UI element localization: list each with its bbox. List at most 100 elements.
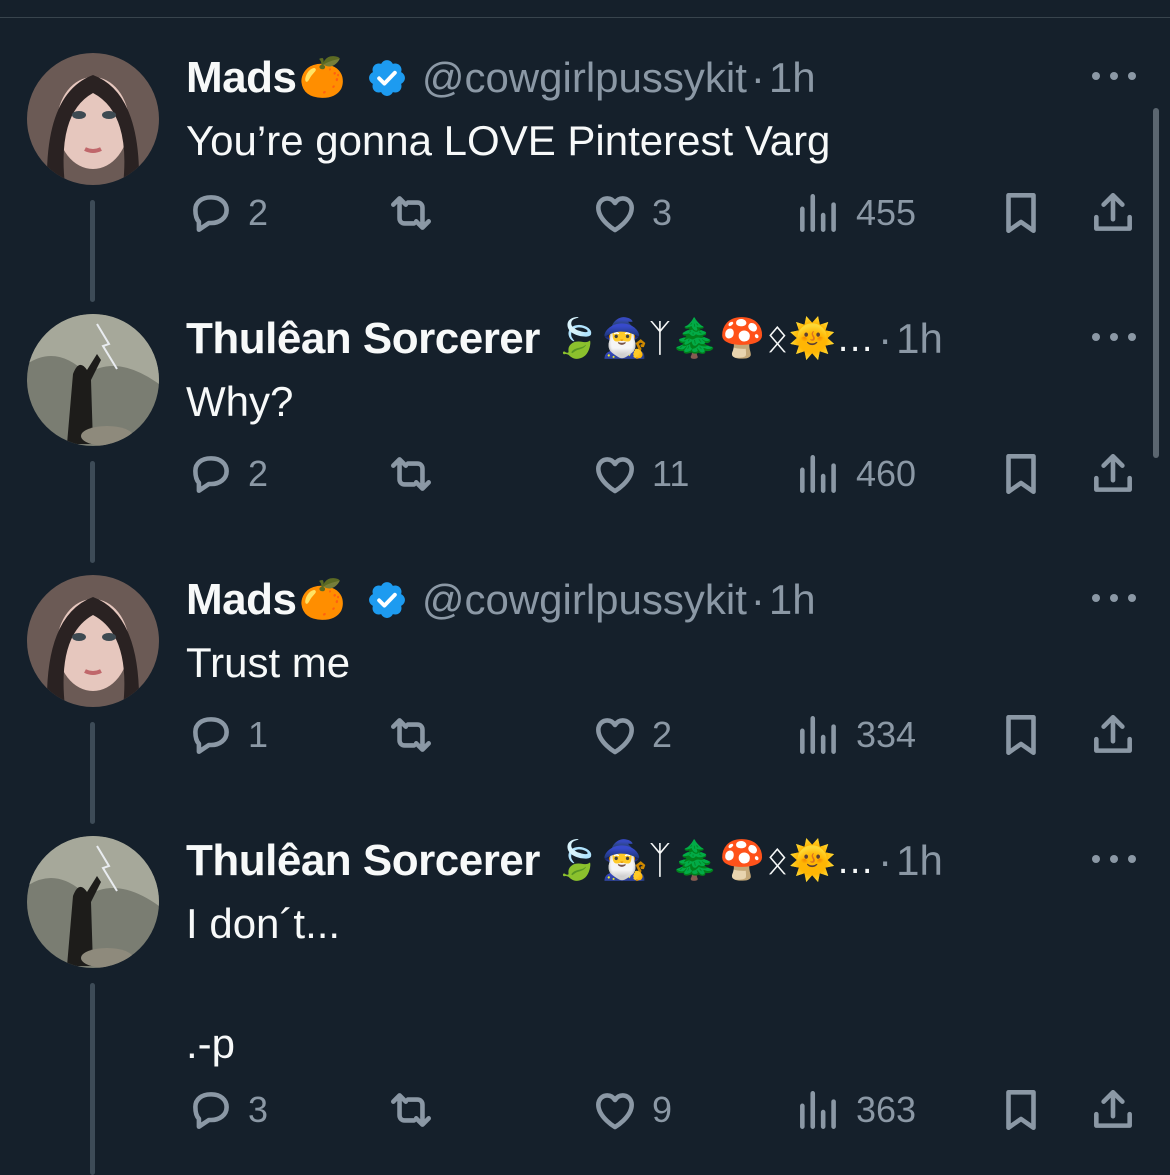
heart-icon — [596, 196, 634, 233]
verified-badge-icon — [368, 60, 405, 96]
views-count: 455 — [856, 192, 917, 233]
repost-icon — [391, 457, 431, 491]
verified-badge-icon — [368, 582, 405, 618]
like-count: 11 — [652, 453, 690, 494]
heart-icon — [596, 1093, 634, 1130]
views-count: 363 — [856, 1089, 917, 1130]
name-emoji: 🍊 — [298, 57, 346, 99]
like-button[interactable]: 2 — [590, 707, 672, 763]
views-count: 460 — [856, 453, 917, 494]
repost-icon — [391, 1093, 431, 1127]
tweet-text: Why? — [186, 378, 294, 425]
bookmark-icon — [1006, 1090, 1036, 1130]
tweet-header: Mads 🍊 @cowgirlpussykit · 1h — [186, 53, 816, 103]
tweet-header: Mads 🍊 @cowgirlpussykit · 1h — [186, 575, 816, 625]
name-emoji: 🍃🧙‍♂️ᛉ🌲🍄ᛟ🌞… — [553, 840, 875, 882]
timestamp[interactable]: 1h — [896, 315, 943, 363]
analytics-icon — [800, 455, 836, 493]
dot-separator: · — [750, 576, 765, 623]
views-button[interactable]: 455 — [794, 185, 916, 241]
action-bar: 2 11 460 — [0, 446, 1170, 502]
reply-icon — [193, 1092, 229, 1129]
reply-icon — [193, 717, 229, 754]
bookmark-icon — [1006, 454, 1036, 494]
share-icon — [1094, 1090, 1132, 1128]
user-handle[interactable]: @cowgirlpussykit — [422, 54, 747, 102]
share-button[interactable] — [1088, 185, 1138, 241]
display-name[interactable]: Mads — [186, 575, 297, 625]
tweet-header: Thulêan Sorcerer 🍃🧙‍♂️ᛉ🌲🍄ᛟ🌞… · 1h — [186, 314, 943, 364]
analytics-icon — [800, 1091, 836, 1129]
action-bar: 1 2 334 — [0, 707, 1170, 763]
tweet[interactable]: Mads 🍊 @cowgirlpussykit · 1h You’re gonn… — [0, 53, 1170, 293]
views-button[interactable]: 363 — [794, 1082, 916, 1138]
more-options-icon[interactable] — [1092, 844, 1136, 874]
reply-count: 2 — [248, 192, 269, 233]
timestamp[interactable]: 1h — [896, 837, 943, 885]
views-count: 334 — [856, 714, 917, 755]
tweet-text: You’re gonna LOVE Pinterest Varg — [186, 117, 831, 164]
top-divider — [0, 17, 1170, 18]
reply-count: 3 — [248, 1089, 269, 1130]
avatar[interactable] — [27, 53, 159, 185]
action-bar: 2 3 455 — [0, 185, 1170, 241]
more-options-icon[interactable] — [1092, 61, 1136, 91]
more-options-icon[interactable] — [1092, 583, 1136, 613]
like-button[interactable]: 3 — [590, 185, 672, 241]
name-emoji: 🍃🧙‍♂️ᛉ🌲🍄ᛟ🌞… — [553, 318, 875, 360]
display-name[interactable]: Mads — [186, 53, 297, 103]
display-name[interactable]: Thulêan Sorcerer — [186, 836, 540, 886]
views-button[interactable]: 334 — [794, 707, 916, 763]
reply-icon — [193, 195, 229, 232]
heart-icon — [596, 718, 634, 755]
avatar[interactable] — [27, 575, 159, 707]
analytics-icon — [800, 716, 836, 754]
share-button[interactable] — [1088, 707, 1138, 763]
share-button[interactable] — [1088, 446, 1138, 502]
views-button[interactable]: 460 — [794, 446, 916, 502]
dot-separator: · — [750, 54, 765, 101]
share-icon — [1094, 715, 1132, 753]
more-options-icon[interactable] — [1092, 322, 1136, 352]
tweet-text: Trust me — [186, 639, 351, 686]
share-icon — [1094, 454, 1132, 492]
tweet-header: Thulêan Sorcerer 🍃🧙‍♂️ᛉ🌲🍄ᛟ🌞… · 1h — [186, 836, 943, 886]
like-button[interactable]: 9 — [590, 1082, 672, 1138]
tweet[interactable]: Mads 🍊 @cowgirlpussykit · 1h Trust me 1 … — [0, 575, 1170, 815]
bookmark-button[interactable] — [996, 707, 1046, 763]
repost-icon — [391, 718, 431, 752]
like-count: 9 — [652, 1089, 673, 1130]
repost-button[interactable] — [386, 1082, 436, 1138]
reply-button[interactable]: 3 — [186, 1082, 268, 1138]
bookmark-button[interactable] — [996, 1082, 1046, 1138]
reply-button[interactable]: 2 — [186, 185, 268, 241]
reply-button[interactable]: 2 — [186, 446, 268, 502]
reply-icon — [193, 456, 229, 493]
timestamp[interactable]: 1h — [769, 54, 816, 102]
tweet-text: I don´t... .-p — [186, 900, 341, 1067]
repost-button[interactable] — [386, 185, 436, 241]
share-icon — [1094, 193, 1132, 231]
dot-separator: · — [878, 837, 893, 884]
reply-count: 2 — [248, 453, 269, 494]
tweet[interactable]: Thulêan Sorcerer 🍃🧙‍♂️ᛉ🌲🍄ᛟ🌞… · 1h I don´… — [0, 836, 1170, 1156]
heart-icon — [596, 457, 634, 494]
tweet[interactable]: Thulêan Sorcerer 🍃🧙‍♂️ᛉ🌲🍄ᛟ🌞… · 1h Why? 2… — [0, 314, 1170, 554]
avatar[interactable] — [27, 314, 159, 446]
like-button[interactable]: 11 — [590, 446, 689, 502]
share-button[interactable] — [1088, 1082, 1138, 1138]
bookmark-icon — [1006, 193, 1036, 233]
repost-button[interactable] — [386, 446, 436, 502]
action-bar: 3 9 363 — [0, 1082, 1170, 1138]
bookmark-button[interactable] — [996, 446, 1046, 502]
repost-button[interactable] — [386, 707, 436, 763]
user-handle[interactable]: @cowgirlpussykit — [422, 576, 747, 624]
analytics-icon — [800, 194, 836, 232]
avatar[interactable] — [27, 836, 159, 968]
bookmark-button[interactable] — [996, 185, 1046, 241]
display-name[interactable]: Thulêan Sorcerer — [186, 314, 540, 364]
reply-count: 1 — [248, 714, 269, 755]
timestamp[interactable]: 1h — [769, 576, 816, 624]
dot-separator: · — [878, 315, 893, 362]
reply-button[interactable]: 1 — [186, 707, 268, 763]
